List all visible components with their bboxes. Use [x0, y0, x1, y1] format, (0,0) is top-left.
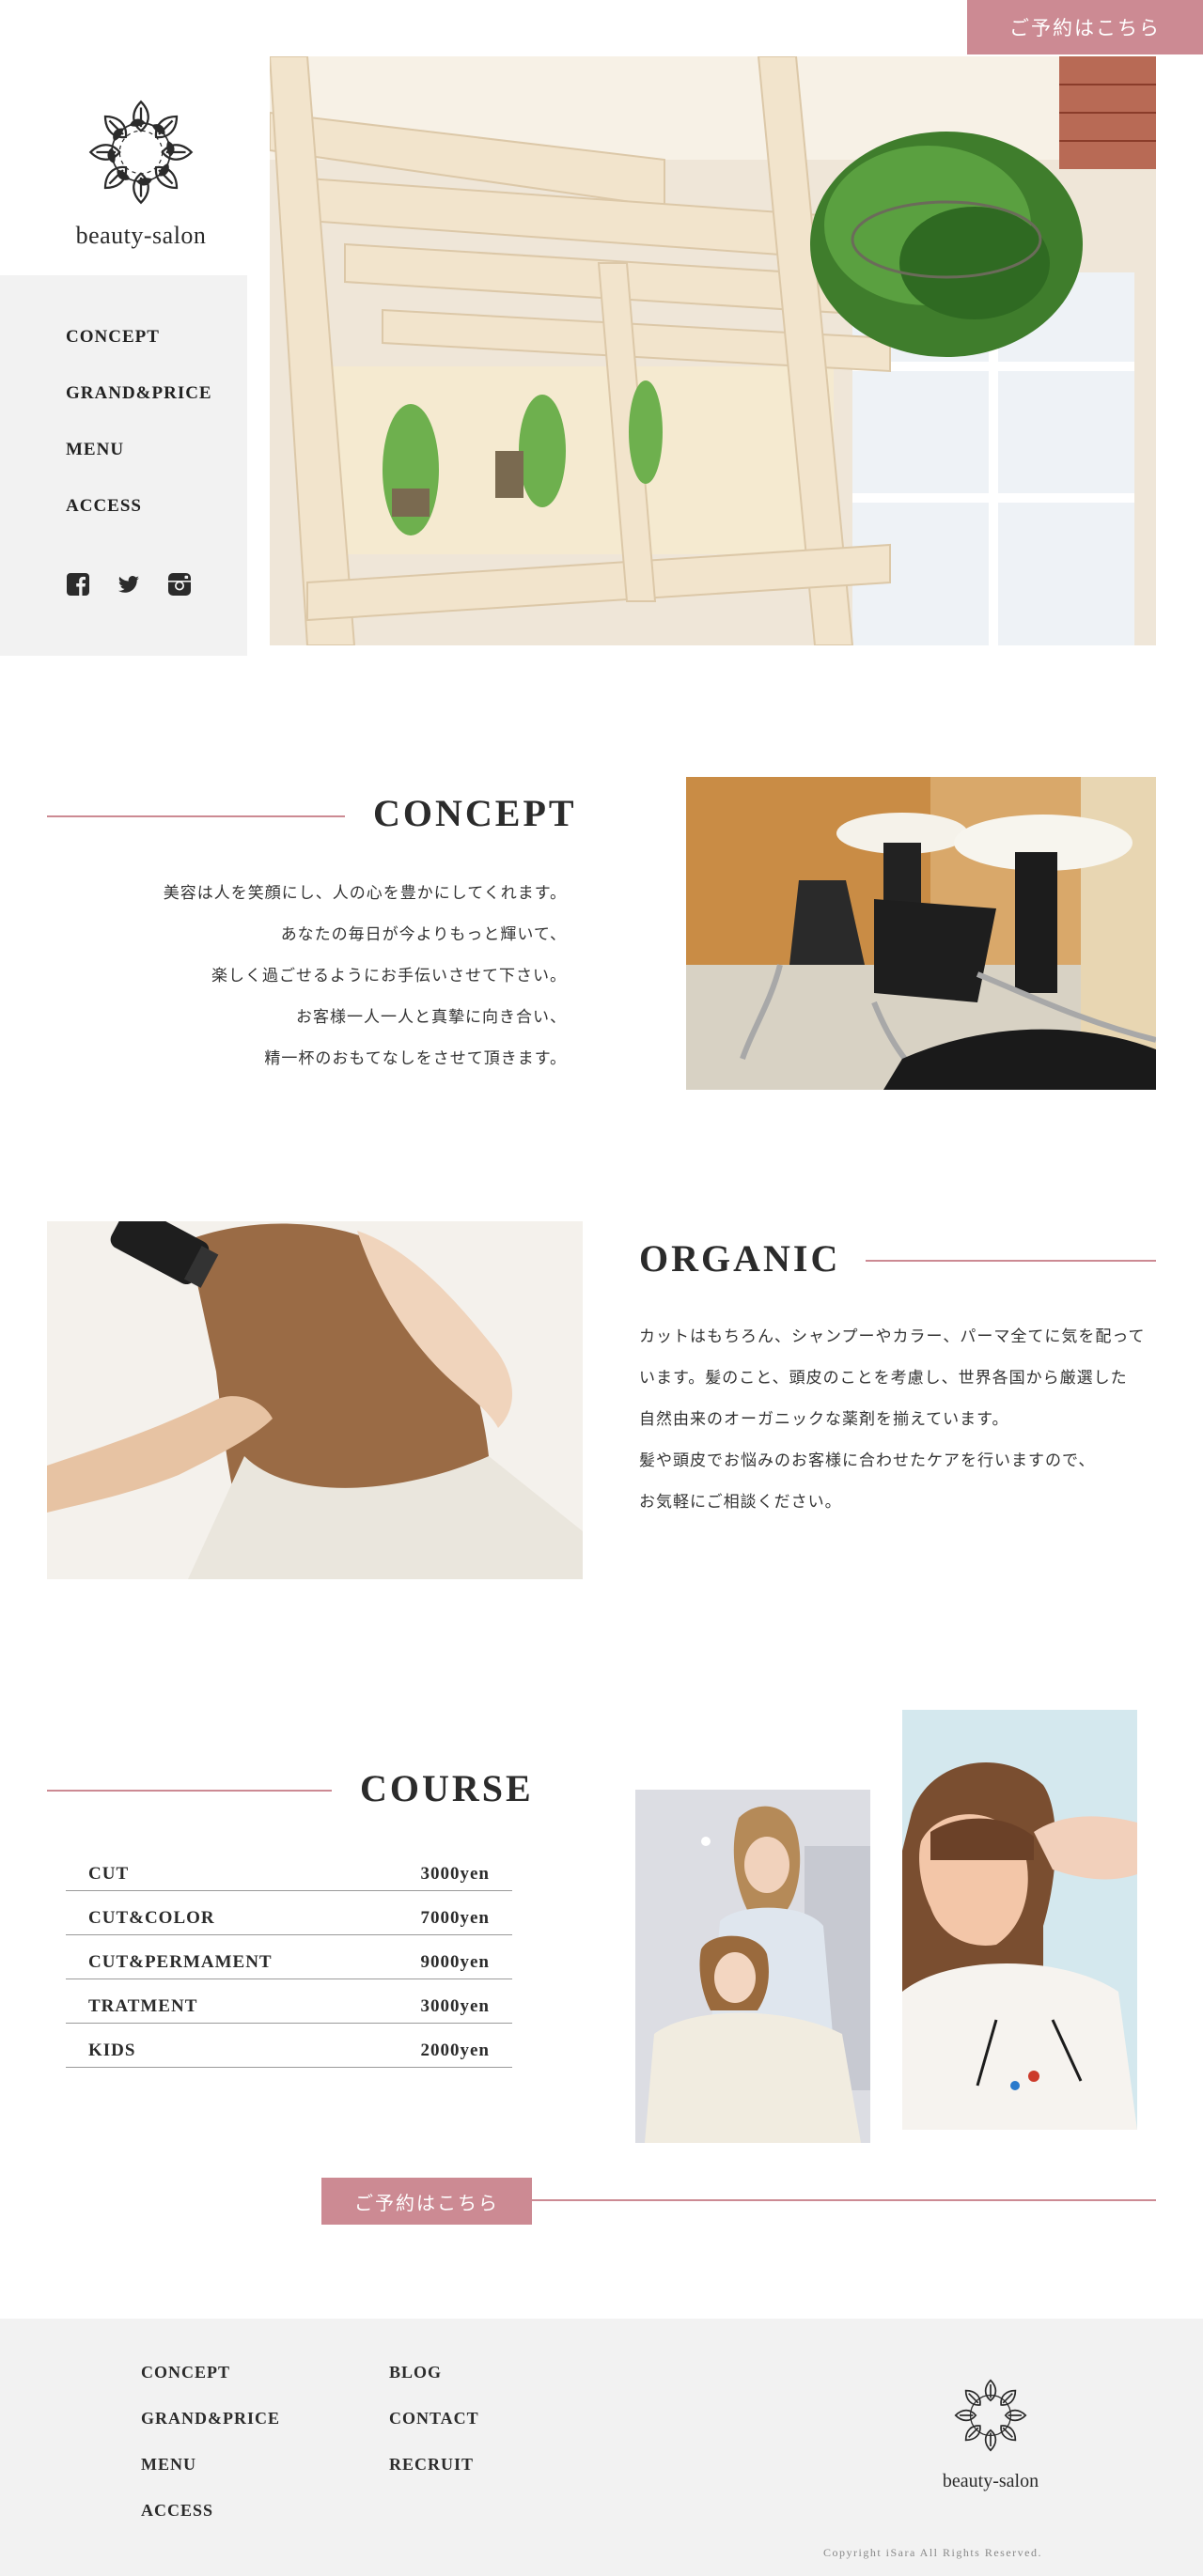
stylist-with-client-image — [635, 1790, 870, 2143]
sidebar-nav: CONCEPT GRAND&PRICE MENU ACCESS — [0, 275, 247, 656]
concept-text: 美容は人を笑顔にし、人の心を豊かにしてくれます。 あなたの毎日が今よりもっと輝い… — [163, 884, 567, 1068]
social-links — [66, 572, 192, 597]
footer-link-contact[interactable]: CONTACT — [389, 2409, 479, 2429]
twitter-icon[interactable] — [117, 572, 141, 597]
course-row: KIDS 2000yen — [66, 2024, 512, 2068]
nav-item-concept[interactable]: CONCEPT — [66, 327, 160, 348]
course-price-list: CUT 3000yen CUT&COLOR 7000yen CUT&PERMAMEN… — [66, 1847, 512, 2068]
footer-brand-name: beauty-salon — [942, 2471, 1039, 2491]
nav-item-menu[interactable]: MENU — [66, 440, 124, 460]
brand-name: beauty-salon — [75, 222, 207, 249]
course-row: TRATMENT 3000yen — [66, 1979, 512, 2024]
footer-link-recruit[interactable]: RECRUIT — [389, 2455, 474, 2475]
brand-block[interactable]: beauty-salon — [0, 54, 247, 275]
footer: CONCEPT GRAND&PRICE MENU ACCESS BLOG CON… — [0, 2319, 1203, 2576]
shampoo-chairs-image — [686, 777, 1156, 1090]
copyright: Copyright iSara All Rights Reserved. — [823, 2546, 1042, 2559]
organic-text: カットはもちろん、シャンプーやカラー、パーマ全てに気を配って います。髪のこと、… — [639, 1327, 1146, 1512]
footer-link-access[interactable]: ACCESS — [141, 2501, 213, 2521]
hair-drying-image — [47, 1221, 583, 1579]
course-divider — [47, 1790, 332, 1792]
reserve-button-top[interactable]: ご予約はこちら — [967, 0, 1203, 54]
course-title: COURSE — [360, 1767, 534, 1809]
footer-logo-flower-icon — [954, 2379, 1027, 2452]
facebook-icon[interactable] — [66, 572, 90, 597]
reserve-divider — [532, 2199, 1156, 2201]
footer-link-blog[interactable]: BLOG — [389, 2363, 442, 2382]
concept-divider — [47, 815, 345, 817]
footer-link-menu[interactable]: MENU — [141, 2455, 196, 2475]
course-row: CUT&COLOR 7000yen — [66, 1891, 512, 1935]
hero-salon-interior-image — [270, 56, 1156, 645]
logo-flower-icon — [89, 100, 193, 204]
organic-title: ORGANIC — [639, 1237, 841, 1280]
instagram-icon[interactable] — [167, 572, 192, 597]
footer-link-grand-price[interactable]: GRAND&PRICE — [141, 2409, 280, 2429]
nav-item-access[interactable]: ACCESS — [66, 496, 142, 517]
course-row: CUT 3000yen — [66, 1847, 512, 1891]
concept-title: CONCEPT — [373, 792, 577, 834]
child-haircut-image — [902, 1710, 1137, 2130]
reserve-button-course[interactable]: ご予約はこちら — [321, 2178, 532, 2225]
footer-link-concept[interactable]: CONCEPT — [141, 2363, 230, 2382]
organic-divider — [866, 1260, 1156, 1262]
nav-item-grand-price[interactable]: GRAND&PRICE — [66, 383, 212, 404]
course-row: CUT&PERMAMENT 9000yen — [66, 1935, 512, 1979]
